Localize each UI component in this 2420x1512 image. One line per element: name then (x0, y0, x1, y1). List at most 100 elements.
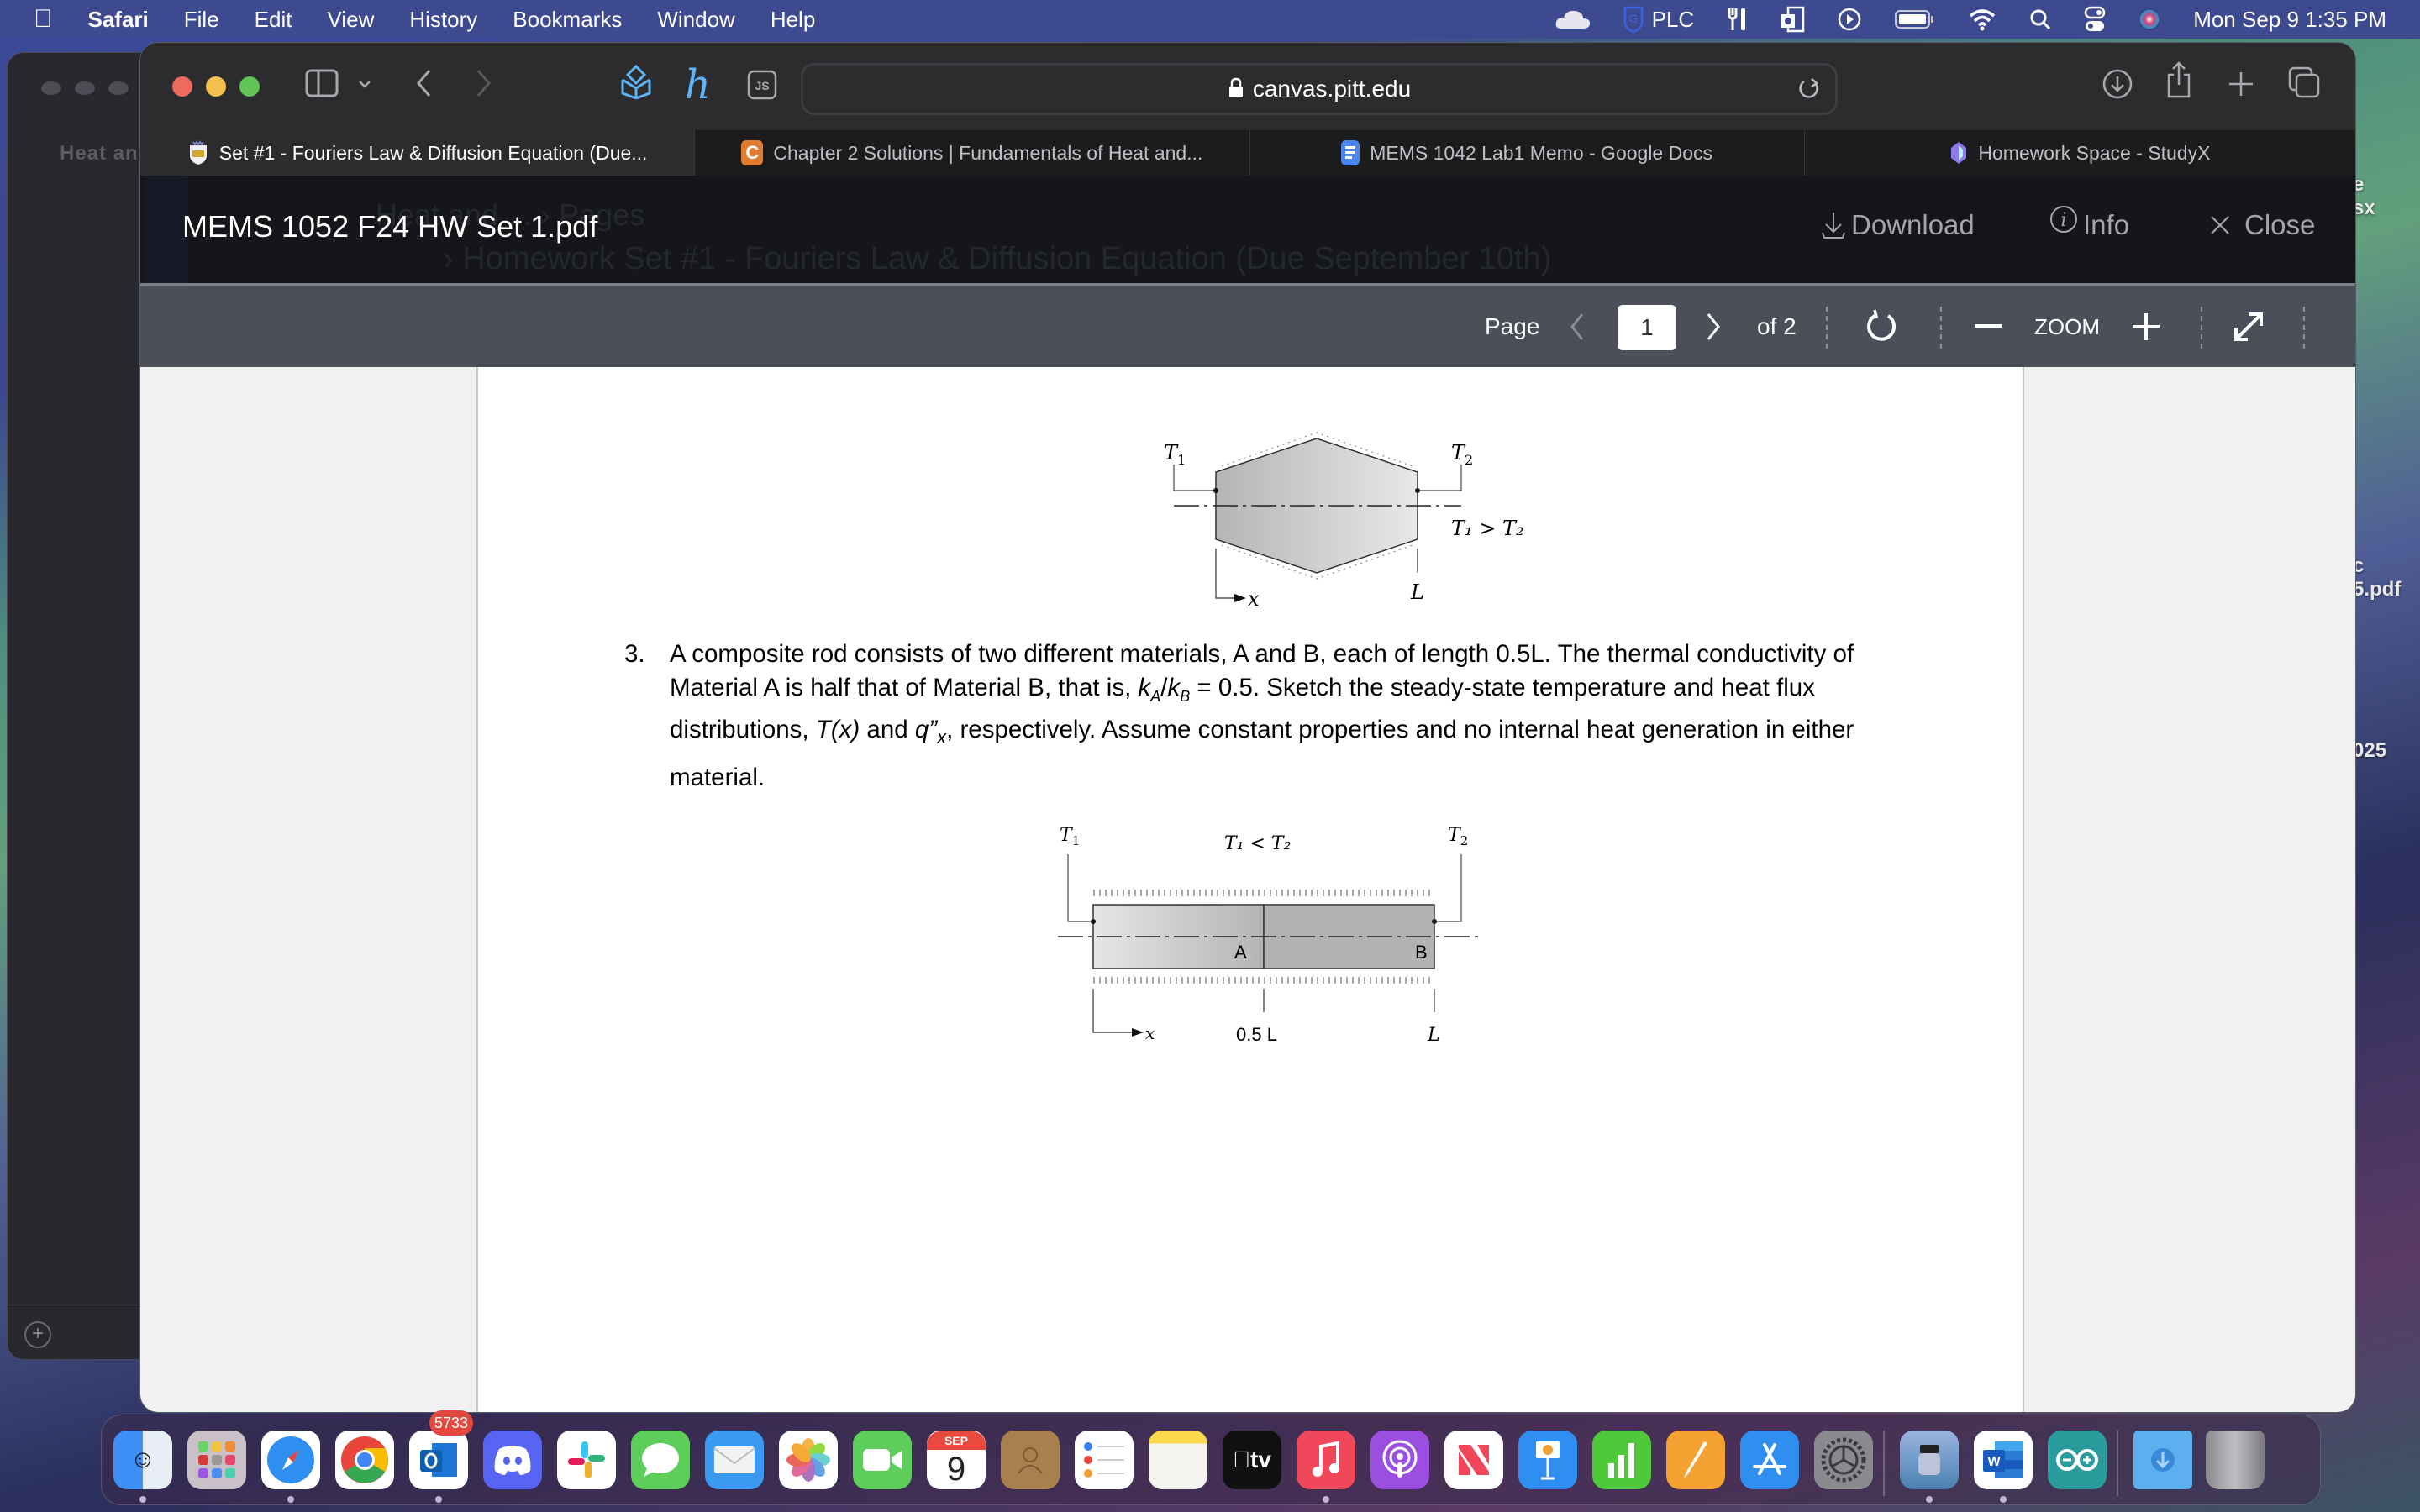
dock-keynote[interactable] (1518, 1431, 1577, 1489)
menu-bar:  Safari File Edit View History Bookmark… (0, 0, 2420, 39)
dock-podcasts[interactable] (1370, 1431, 1429, 1489)
address-bar[interactable]: canvas.pitt.edu (801, 63, 1838, 115)
dock-slack[interactable] (557, 1431, 616, 1489)
download-label: Download (1851, 209, 1975, 240)
dock-system-settings[interactable] (1814, 1431, 1873, 1489)
divider (1940, 307, 1942, 349)
question-line: material. (670, 763, 765, 791)
dock-outlook[interactable] (409, 1431, 468, 1489)
dock-downloads-folder[interactable] (2133, 1431, 2192, 1489)
tab-chegg-solutions[interactable]: C Chapter 2 Solutions | Fundamentals of … (695, 130, 1250, 176)
calendar-day: 9 (946, 1451, 966, 1488)
dock-facetime[interactable] (853, 1431, 912, 1489)
close-viewer-button[interactable]: Close (2209, 209, 2315, 241)
dock-pages[interactable] (1666, 1431, 1725, 1489)
dock-messages[interactable] (631, 1431, 690, 1489)
info-button[interactable]: i Info (2049, 206, 2129, 241)
dock-contacts[interactable] (1001, 1431, 1060, 1489)
chevron-down-icon[interactable] (357, 73, 372, 95)
dock-music[interactable] (1297, 1431, 1355, 1489)
clock[interactable]: Mon Sep 9 1:35 PM (2193, 7, 2386, 33)
rotate-button[interactable] (1865, 286, 1898, 367)
x-axis-line (1215, 549, 1239, 599)
dock-calendar[interactable]: SEP 9 (927, 1431, 986, 1489)
dock-app-store[interactable] (1740, 1431, 1799, 1489)
tab-label: MEMS 1042 Lab1 Memo - Google Docs (1370, 141, 1713, 164)
tab-studyx[interactable]: Homework Space - StudyX (1805, 130, 2355, 176)
wifi-icon[interactable] (1968, 8, 1996, 31)
js-extension-icon[interactable]: JS (747, 70, 777, 108)
control-center-icon[interactable] (2084, 6, 2106, 33)
url-text: canvas.pitt.edu (1252, 76, 1412, 102)
dock-mail[interactable] (705, 1431, 764, 1489)
dock-arduino[interactable] (2048, 1431, 2107, 1489)
url-field[interactable]: canvas.pitt.edu (803, 66, 1835, 113)
dock-discord[interactable] (483, 1431, 542, 1489)
menu-history[interactable]: History (409, 7, 477, 33)
spotlight-search-icon[interactable] (2028, 8, 2052, 31)
menu-bookmarks[interactable]: Bookmarks (513, 7, 622, 33)
dock-reminders[interactable] (1075, 1431, 1134, 1489)
battery-icon[interactable] (1894, 8, 1936, 30)
dock-preview[interactable] (1900, 1431, 1959, 1489)
tab-google-docs[interactable]: MEMS 1042 Lab1 Memo - Google Docs (1250, 130, 1805, 176)
question-line: A composite rod consists of two differen… (670, 640, 1854, 668)
question-number: 3. (624, 640, 645, 668)
reload-icon[interactable] (1797, 76, 1822, 107)
pdf-viewport[interactable]: T1 T2 T₁ > T₂ L x 3. A composite rod con… (140, 367, 2355, 1412)
question-line: distributions, T(x) and q”x, respectivel… (670, 715, 1854, 748)
t1-label: T1 (1164, 441, 1186, 468)
desktop-file-label[interactable]: e sx (2353, 173, 2375, 220)
outlook-status-icon[interactable] (1780, 6, 1805, 33)
h-extension-icon[interactable]: ℎ (685, 61, 711, 108)
box-extension-icon[interactable] (619, 64, 653, 108)
zoom-window-button[interactable] (239, 76, 260, 97)
dock-notes[interactable] (1149, 1431, 1207, 1489)
dock-trash[interactable] (2206, 1431, 2265, 1489)
new-tab-icon[interactable] (2228, 68, 2254, 106)
page-number-input[interactable]: 1 (1618, 305, 1676, 350)
tab-overview-icon[interactable] (2288, 66, 2320, 107)
next-page-button[interactable] (1705, 286, 1722, 367)
downloads-icon[interactable] (2102, 68, 2133, 108)
desktop-file-label[interactable]: c 5.pdf (2353, 554, 2401, 601)
minimize-window-button[interactable] (206, 76, 226, 97)
fullscreen-button[interactable] (2233, 286, 2265, 367)
desktop-file-label[interactable]: 025 (2353, 739, 2386, 763)
forward-button[interactable] (475, 68, 493, 107)
menu-view[interactable]: View (327, 7, 374, 33)
sidebar-toggle-icon[interactable] (305, 68, 339, 106)
menu-edit[interactable]: Edit (255, 7, 292, 33)
zoom-in-button[interactable] (2132, 286, 2160, 367)
dock-safari[interactable] (261, 1431, 320, 1489)
dock-numbers[interactable] (1592, 1431, 1651, 1489)
dock-word[interactable]: W (1974, 1431, 2033, 1489)
zoom-out-button[interactable] (1975, 286, 2002, 367)
play-icon[interactable] (1837, 7, 1862, 32)
dock-chrome[interactable] (335, 1431, 394, 1489)
close-window-button[interactable] (172, 76, 192, 97)
apple-menu-icon[interactable]:  (34, 5, 53, 34)
download-button[interactable]: Download (1821, 209, 1975, 241)
menu-window[interactable]: Window (657, 7, 734, 33)
running-indicator (2000, 1496, 2007, 1503)
dock-apple-tv[interactable]: tv (1223, 1431, 1281, 1489)
previous-page-button[interactable] (1569, 286, 1586, 367)
dock-finder[interactable]: ☺ (113, 1431, 172, 1489)
siri-icon[interactable] (2138, 8, 2161, 31)
menu-file[interactable]: File (184, 7, 219, 33)
dock-photos[interactable] (779, 1431, 838, 1489)
menu-help[interactable]: Help (771, 7, 815, 33)
tools-icon[interactable] (1726, 7, 1748, 32)
menu-app-name[interactable]: Safari (88, 7, 149, 33)
plc-status[interactable]: G PLC (1623, 5, 1694, 34)
dock-launchpad[interactable] (187, 1431, 246, 1489)
dock-news[interactable] (1444, 1431, 1503, 1489)
tab-canvas-homework[interactable]: Set #1 - Fouriers Law & Diffusion Equati… (140, 130, 696, 176)
share-icon[interactable] (2165, 61, 2192, 107)
back-button[interactable] (414, 68, 433, 107)
cloud-icon[interactable] (1555, 8, 1591, 30)
tab-bar: Set #1 - Fouriers Law & Diffusion Equati… (140, 130, 2355, 176)
safari-window: ℎ JS canvas.pitt.edu Set #1 - Fouriers L… (139, 42, 2356, 1413)
add-icon[interactable]: + (24, 1321, 51, 1348)
